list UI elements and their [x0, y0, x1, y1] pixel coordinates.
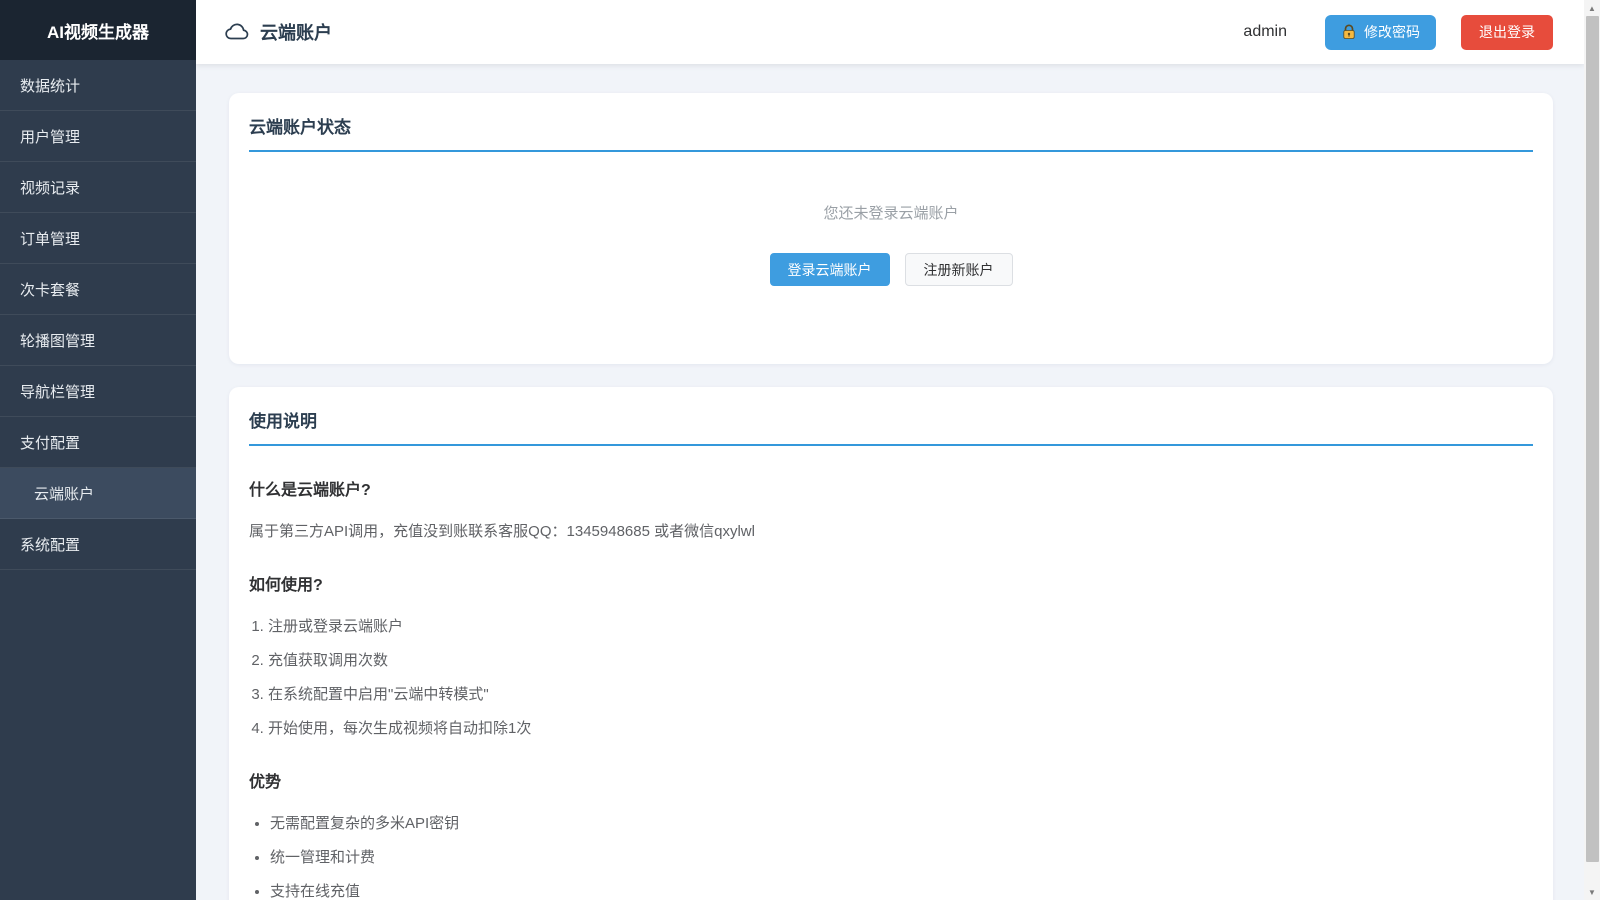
top-header: 云端账户 admin 修改密码 退出登录: [196, 0, 1584, 64]
advantages-heading: 优势: [249, 768, 1533, 792]
sidebar-item-label: 系统配置: [20, 534, 80, 555]
logout-button[interactable]: 退出登录: [1461, 15, 1553, 50]
how-to-use-heading: 如何使用?: [249, 571, 1533, 595]
advantage-item: 统一管理和计费: [270, 846, 1533, 867]
advantage-item: 无需配置复杂的多米API密钥: [270, 812, 1533, 833]
sidebar-item-label: 支付配置: [20, 432, 80, 453]
step-item: 在系统配置中启用"云端中转模式": [268, 683, 1533, 704]
sidebar-item-data-stats[interactable]: 数据统计: [0, 60, 196, 111]
sidebar-item-label: 轮播图管理: [20, 330, 95, 351]
sidebar-item-video-records[interactable]: 视频记录: [0, 162, 196, 213]
step-item: 开始使用，每次生成视频将自动扣除1次: [268, 717, 1533, 738]
status-card-body: 您还未登录云端账户 登录云端账户 注册新账户: [249, 152, 1533, 344]
sidebar-item-carousel-management[interactable]: 轮播图管理: [0, 315, 196, 366]
step-item: 注册或登录云端账户: [268, 615, 1533, 636]
sidebar-item-cloud-account[interactable]: 云端账户: [0, 468, 196, 519]
advantage-item: 支持在线充值: [270, 880, 1533, 900]
username-label: admin: [1243, 23, 1287, 41]
app-logo: AI视频生成器: [0, 0, 196, 60]
sidebar-menu: 数据统计 用户管理 视频记录 订单管理 次卡套餐 轮播图管理 导航栏管理 支付配…: [0, 60, 196, 570]
sidebar-item-label: 导航栏管理: [20, 381, 95, 402]
sidebar-item-user-management[interactable]: 用户管理: [0, 111, 196, 162]
sidebar-item-label: 视频记录: [20, 177, 80, 198]
sidebar: AI视频生成器 数据统计 用户管理 视频记录 订单管理 次卡套餐 轮播图管理 导…: [0, 0, 196, 900]
cloud-account-status-card: 云端账户状态 您还未登录云端账户 登录云端账户 注册新账户: [229, 93, 1553, 364]
vertical-scrollbar[interactable]: ▲ ▼: [1584, 0, 1600, 900]
sidebar-item-label: 次卡套餐: [20, 279, 80, 300]
scrollbar-down-arrow[interactable]: ▼: [1584, 884, 1600, 900]
change-password-label: 修改密码: [1364, 22, 1420, 42]
cloud-icon: [224, 19, 250, 45]
status-card-title: 云端账户状态: [249, 113, 1533, 152]
sidebar-item-label: 数据统计: [20, 75, 80, 96]
how-to-use-steps: 注册或登录云端账户 充值获取调用次数 在系统配置中启用"云端中转模式" 开始使用…: [268, 615, 1533, 738]
sidebar-item-navbar-management[interactable]: 导航栏管理: [0, 366, 196, 417]
sidebar-item-payment-config[interactable]: 支付配置: [0, 417, 196, 468]
change-password-button[interactable]: 修改密码: [1325, 15, 1436, 50]
not-logged-in-message: 您还未登录云端账户: [249, 202, 1533, 223]
sidebar-item-order-management[interactable]: 订单管理: [0, 213, 196, 264]
login-cloud-account-button[interactable]: 登录云端账户: [770, 253, 890, 286]
advantages-list: 无需配置复杂的多米API密钥 统一管理和计费 支持在线充值 稳定可靠的云端服务: [270, 812, 1533, 900]
logout-label: 退出登录: [1479, 24, 1535, 40]
what-is-text: 属于第三方API调用，充值没到账联系客服QQ：1345948685 或者微信qx…: [249, 520, 1533, 541]
sidebar-item-system-config[interactable]: 系统配置: [0, 519, 196, 570]
step-item: 充值获取调用次数: [268, 649, 1533, 670]
sidebar-item-card-packages[interactable]: 次卡套餐: [0, 264, 196, 315]
usage-card-title: 使用说明: [249, 407, 1533, 446]
status-buttons-row: 登录云端账户 注册新账户: [249, 253, 1533, 286]
sidebar-item-label: 云端账户: [34, 483, 94, 504]
main-area: 云端账户 admin 修改密码 退出登录: [196, 0, 1584, 900]
register-account-button[interactable]: 注册新账户: [905, 253, 1013, 286]
sidebar-item-label: 订单管理: [20, 228, 80, 249]
scrollbar-thumb[interactable]: [1586, 16, 1599, 862]
page-title: 云端账户: [260, 19, 332, 45]
sidebar-item-label: 用户管理: [20, 126, 80, 147]
content-area: 云端账户状态 您还未登录云端账户 登录云端账户 注册新账户 使用说明 什么是云端…: [196, 64, 1584, 900]
scrollbar-up-arrow[interactable]: ▲: [1584, 0, 1600, 16]
header-actions: admin 修改密码 退出登录: [1243, 15, 1553, 50]
lock-icon: [1341, 24, 1357, 40]
what-is-heading: 什么是云端账户?: [249, 476, 1533, 500]
usage-instructions-card: 使用说明 什么是云端账户? 属于第三方API调用，充值没到账联系客服QQ：134…: [229, 387, 1553, 900]
page-title-wrap: 云端账户: [224, 19, 332, 45]
